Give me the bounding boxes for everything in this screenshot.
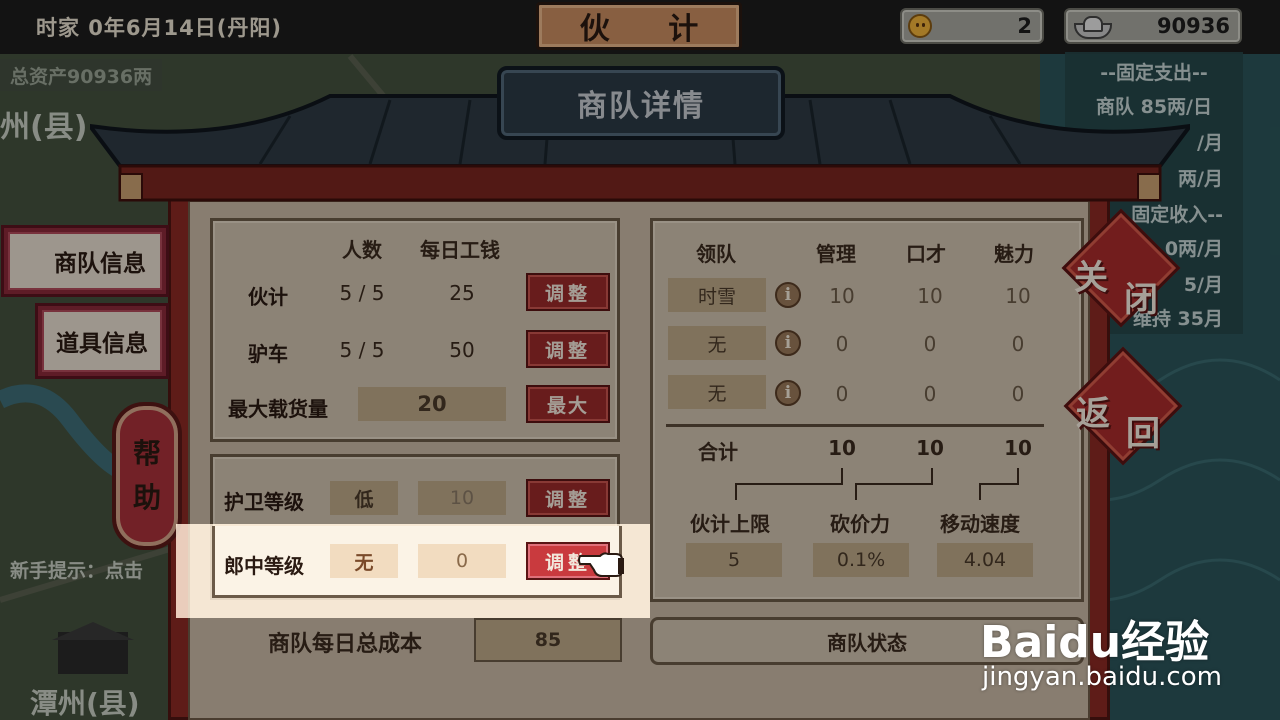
watermark-url: jingyan.baidu.com: [982, 662, 1222, 692]
doctor-level-value: 无: [330, 544, 398, 578]
doctor-level-cost: 0: [418, 544, 506, 578]
tutorial-dim-top: [0, 0, 1280, 524]
pointing-hand-icon: [578, 552, 624, 577]
tutorial-dim-right: [650, 524, 1280, 618]
watermark-brand: Baidu经验: [980, 617, 1210, 668]
doctor-level-label: 郎中等级: [224, 554, 304, 578]
tutorial-dim-left: [0, 524, 176, 618]
